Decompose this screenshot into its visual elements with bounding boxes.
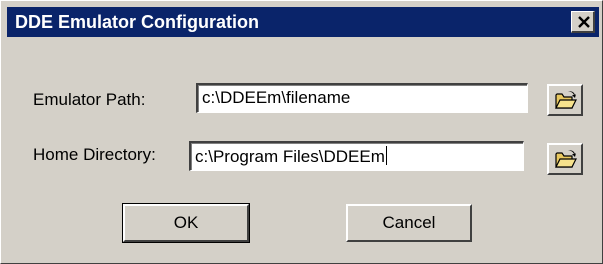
cancel-button[interactable]: Cancel (346, 204, 472, 242)
home-directory-browse-button[interactable] (547, 143, 583, 175)
home-directory-input[interactable]: c:\Program Files\DDEEm (189, 141, 524, 171)
ok-button[interactable]: OK (122, 203, 250, 243)
home-directory-value: c:\Program Files\DDEEm (195, 147, 385, 166)
emulator-path-label: Emulator Path: (33, 90, 146, 109)
text-caret (385, 146, 387, 165)
title-bar[interactable]: DDE Emulator Configuration (7, 7, 599, 37)
open-folder-icon (555, 150, 577, 168)
home-directory-label: Home Directory: (33, 145, 156, 164)
close-button[interactable] (571, 11, 595, 33)
close-icon (578, 16, 590, 28)
emulator-path-browse-button[interactable] (547, 84, 583, 116)
window-title: DDE Emulator Configuration (15, 12, 259, 32)
open-folder-icon (555, 91, 577, 109)
emulator-path-value: c:\DDEEm\filename (202, 88, 351, 107)
dialog-window: DDE Emulator Configuration Emulator Path… (0, 0, 603, 264)
emulator-path-input[interactable]: c:\DDEEm\filename (196, 83, 528, 113)
